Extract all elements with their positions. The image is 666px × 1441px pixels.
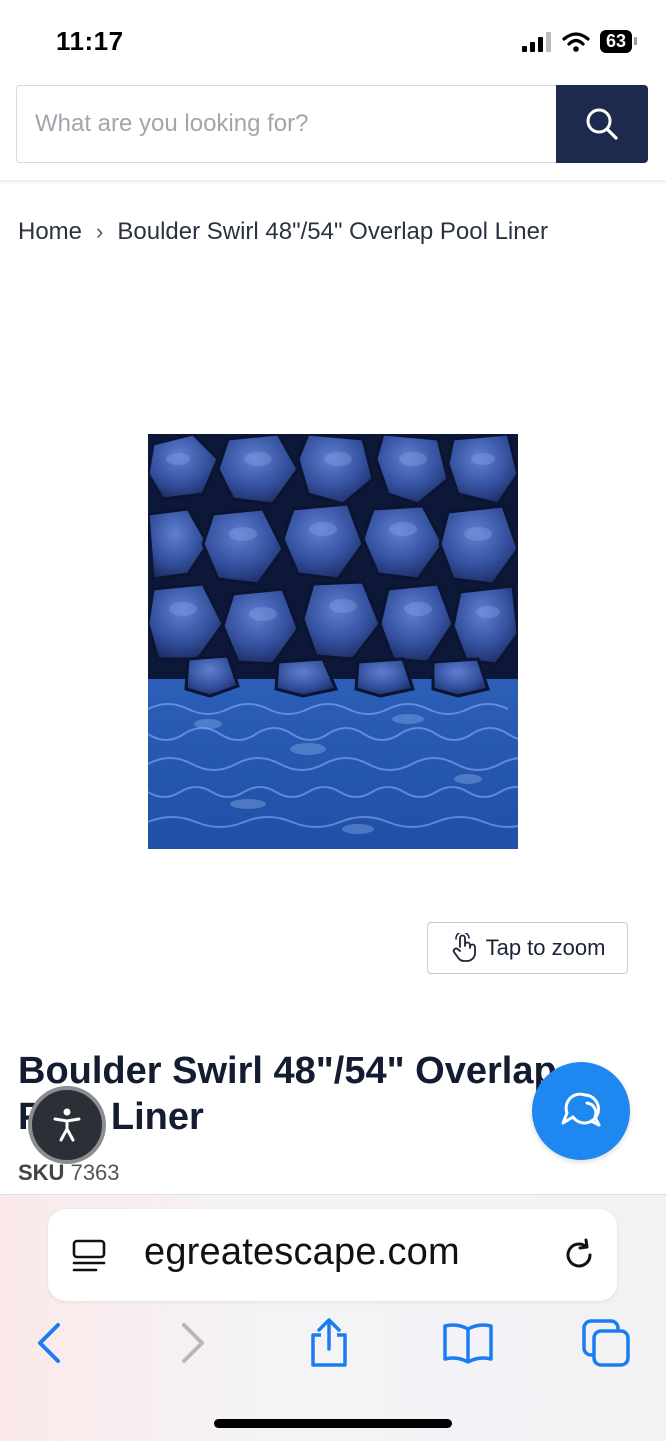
- tabs-button[interactable]: [576, 1313, 636, 1373]
- tap-to-zoom-label: Tap to zoom: [485, 935, 606, 960]
- header-divider: [0, 180, 666, 184]
- browser-chrome: egreatescape.com: [0, 1194, 666, 1441]
- bookmarks-button[interactable]: [438, 1313, 498, 1373]
- chevron-left-icon: [38, 1323, 60, 1363]
- reload-icon[interactable]: [561, 1237, 597, 1273]
- tap-to-zoom-button[interactable]: Tap to zoom: [427, 922, 628, 974]
- chat-icon: [561, 1092, 601, 1127]
- home-indicator: [214, 1419, 452, 1428]
- sku-label: SKU: [18, 1160, 65, 1185]
- hand-tap-icon: [452, 933, 476, 962]
- browser-toolbar: [0, 1313, 666, 1373]
- search-bar: [16, 85, 648, 165]
- accessibility-button[interactable]: [28, 1086, 106, 1164]
- forward-button[interactable]: [163, 1313, 223, 1373]
- share-button[interactable]: [299, 1313, 359, 1373]
- search-icon: [586, 108, 618, 140]
- sku-value: 7363: [70, 1160, 120, 1185]
- breadcrumb-separator: ›: [96, 219, 104, 244]
- book-icon: [443, 1323, 493, 1364]
- chat-button[interactable]: [532, 1062, 630, 1160]
- page-format-icon[interactable]: [72, 1239, 106, 1273]
- product-image[interactable]: [148, 434, 518, 849]
- breadcrumb: Home › Boulder Swirl 48"/54" Overlap Poo…: [18, 218, 548, 246]
- back-button[interactable]: [19, 1313, 79, 1373]
- tabs-icon: [582, 1319, 630, 1367]
- breadcrumb-current: Boulder Swirl 48"/54" Overlap Pool Liner: [117, 218, 548, 245]
- share-icon: [311, 1318, 347, 1367]
- url-text: egreatescape.com: [144, 1231, 460, 1273]
- status-bar: 11:17 63: [0, 0, 666, 80]
- address-bar[interactable]: egreatescape.com: [48, 1209, 617, 1301]
- status-icons: 63: [521, 30, 638, 53]
- chevron-right-icon: [182, 1323, 204, 1363]
- battery-indicator: 63: [599, 30, 638, 53]
- breadcrumb-home-link[interactable]: Home: [18, 218, 82, 246]
- wifi-icon: [562, 31, 590, 52]
- status-time: 11:17: [56, 26, 124, 56]
- cellular-signal-icon: [521, 31, 551, 52]
- search-input[interactable]: [16, 85, 556, 163]
- pool-liner-pattern-image: [148, 434, 518, 849]
- accessibility-icon: [53, 1108, 81, 1142]
- search-button[interactable]: [556, 85, 648, 163]
